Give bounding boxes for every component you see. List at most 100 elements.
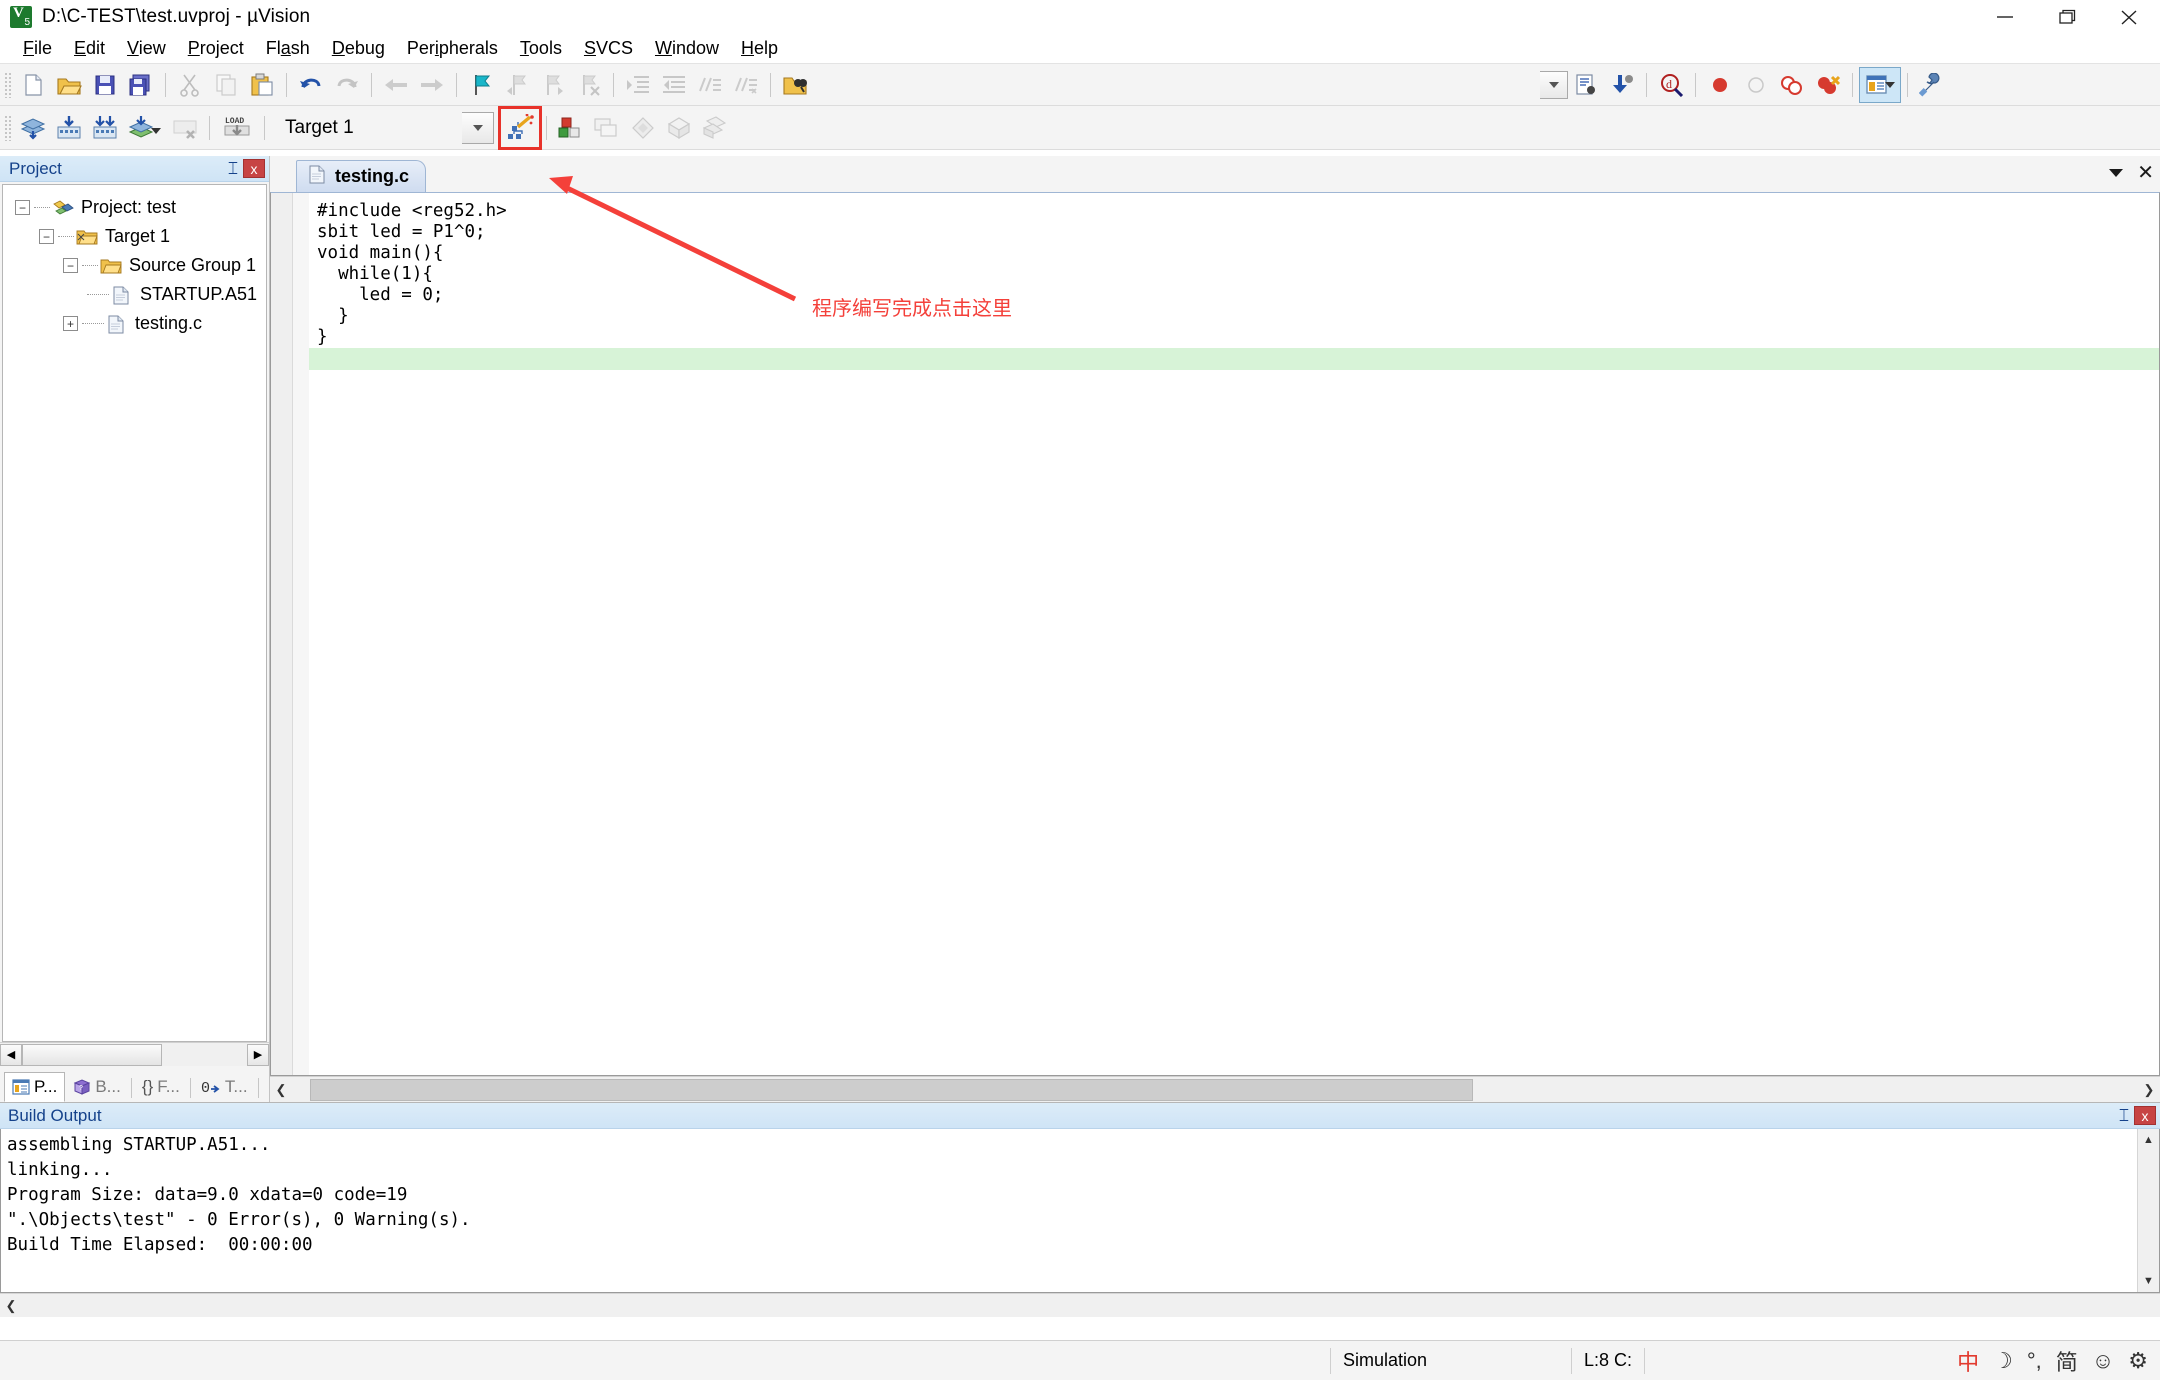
components-icon[interactable] xyxy=(625,110,661,146)
close-document-icon[interactable]: ✕ xyxy=(2137,160,2154,185)
batch-build-icon[interactable] xyxy=(123,110,159,146)
prev-bookmark-icon[interactable] xyxy=(499,67,535,103)
save-all-icon[interactable] xyxy=(123,67,159,103)
insert-breakpoint-icon[interactable] xyxy=(1702,67,1738,103)
maximize-button[interactable] xyxy=(2036,0,2098,34)
code-text-area[interactable]: #include <reg52.h> sbit led = P1^0; void… xyxy=(309,193,2159,1075)
redo-icon[interactable] xyxy=(329,67,365,103)
pin-icon[interactable]: ⌶ xyxy=(223,159,243,179)
menu-window[interactable]: Window xyxy=(644,36,730,61)
source-code[interactable]: #include <reg52.h> sbit led = P1^0; void… xyxy=(309,201,2159,348)
tab-templates[interactable]: 0 T... xyxy=(193,1072,256,1102)
editor-bookmark-margin[interactable] xyxy=(293,193,309,1075)
menu-tools[interactable]: Tools xyxy=(509,36,573,61)
scroll-left-icon[interactable]: ◀ xyxy=(0,1044,22,1066)
scroll-thumb[interactable] xyxy=(310,1079,1473,1101)
tree-toggle[interactable]: + xyxy=(63,316,78,331)
find-in-files-folder-icon[interactable] xyxy=(777,67,813,103)
manage-project-items-icon[interactable] xyxy=(553,110,589,146)
target-select-dropdown[interactable] xyxy=(462,112,494,144)
editor-hscrollbar[interactable]: ❮ ❯ xyxy=(270,1076,2160,1102)
navigate-forward-icon[interactable] xyxy=(414,67,450,103)
toggle-bookmark-icon[interactable] xyxy=(463,67,499,103)
indent-icon[interactable] xyxy=(620,67,656,103)
open-file-icon[interactable] xyxy=(51,67,87,103)
ime-settings-icon[interactable]: ⚙ xyxy=(2128,1348,2148,1374)
scroll-thumb[interactable] xyxy=(22,1044,162,1066)
toolbar-grip[interactable] xyxy=(4,72,12,98)
tree-toggle[interactable]: − xyxy=(39,229,54,244)
chevron-down-icon[interactable] xyxy=(1885,82,1895,88)
menu-debug[interactable]: Debug xyxy=(321,36,396,61)
scroll-right-icon[interactable]: ▶ xyxy=(247,1044,269,1066)
menu-svcs[interactable]: SVCS xyxy=(573,36,644,61)
scroll-left-icon[interactable]: ❮ xyxy=(0,1294,22,1318)
close-icon[interactable]: x xyxy=(243,159,265,178)
menu-help[interactable]: Help xyxy=(730,36,789,61)
minimize-button[interactable] xyxy=(1974,0,2036,34)
comment-icon[interactable] xyxy=(692,67,728,103)
scroll-right-icon[interactable]: ❯ xyxy=(2138,1078,2160,1102)
project-hscrollbar[interactable]: ◀ ▶ xyxy=(0,1042,269,1066)
stop-build-icon[interactable] xyxy=(167,110,203,146)
tab-books[interactable]: ? B... xyxy=(65,1072,129,1102)
close-icon[interactable]: x xyxy=(2134,1106,2156,1125)
menu-view[interactable]: View xyxy=(116,36,177,61)
insert-target-icon[interactable] xyxy=(1604,67,1640,103)
packs-icon[interactable] xyxy=(661,110,697,146)
find-icon[interactable]: d xyxy=(1653,67,1689,103)
scroll-down-icon[interactable]: ▼ xyxy=(2138,1270,2159,1292)
editor-breakpoint-margin[interactable] xyxy=(271,193,293,1075)
window-layout-icon[interactable] xyxy=(1859,67,1901,103)
multi-project-window-icon[interactable] xyxy=(589,110,625,146)
save-icon[interactable] xyxy=(87,67,123,103)
chevron-down-icon[interactable] xyxy=(151,128,161,134)
tree-item-startup-a51[interactable]: STARTUP.A51 xyxy=(3,280,266,309)
copy-icon[interactable] xyxy=(208,67,244,103)
tab-list-dropdown-icon[interactable] xyxy=(2109,169,2123,177)
tree-item-source-group[interactable]: − Source Group 1 xyxy=(3,251,266,280)
toolbar-dropdown-icon[interactable] xyxy=(1540,71,1568,99)
pin-icon[interactable]: ⌶ xyxy=(2114,1106,2134,1126)
build-output-body[interactable]: assembling STARTUP.A51... linking... Pro… xyxy=(0,1129,2160,1293)
editor-tab-testing-c[interactable]: testing.c xyxy=(296,160,426,192)
outdent-icon[interactable] xyxy=(656,67,692,103)
file-info-icon[interactable] xyxy=(1568,67,1604,103)
tab-functions[interactable]: {} F... xyxy=(134,1072,188,1102)
pack-installer-icon[interactable] xyxy=(697,110,733,146)
disable-all-breakpoints-icon[interactable] xyxy=(1774,67,1810,103)
clear-bookmarks-icon[interactable] xyxy=(571,67,607,103)
scroll-track[interactable] xyxy=(22,1044,247,1066)
menu-file[interactable]: File xyxy=(12,36,63,61)
ime-chinese-icon[interactable]: 中 xyxy=(1957,1345,1979,1377)
ime-punctuation-icon[interactable]: °, xyxy=(2027,1348,2042,1374)
cut-icon[interactable] xyxy=(172,67,208,103)
ime-simplified-icon[interactable]: 简 xyxy=(2056,1345,2078,1377)
menu-peripherals[interactable]: Peripherals xyxy=(396,36,509,61)
tree-toggle[interactable]: − xyxy=(15,200,30,215)
close-button[interactable] xyxy=(2098,0,2160,34)
tree-item-testing-c[interactable]: + testing.c xyxy=(3,309,266,338)
paste-icon[interactable] xyxy=(244,67,280,103)
code-editor[interactable]: #include <reg52.h> sbit led = P1^0; void… xyxy=(270,192,2160,1076)
tree-item-target[interactable]: − Target 1 xyxy=(3,222,266,251)
tree-item-project[interactable]: − Project: test xyxy=(3,193,266,222)
navigate-back-icon[interactable] xyxy=(378,67,414,103)
rebuild-icon[interactable] xyxy=(87,110,123,146)
build-icon[interactable] xyxy=(51,110,87,146)
scroll-left-icon[interactable]: ❮ xyxy=(270,1078,292,1102)
toolbar-grip[interactable] xyxy=(4,115,12,141)
next-bookmark-icon[interactable] xyxy=(535,67,571,103)
undo-icon[interactable] xyxy=(293,67,329,103)
translate-icon[interactable] xyxy=(15,110,51,146)
scroll-up-icon[interactable]: ▲ xyxy=(2138,1129,2159,1151)
build-hscrollbar[interactable]: ❮ xyxy=(0,1293,2160,1317)
configure-tools-icon[interactable] xyxy=(1914,67,1950,103)
menu-project[interactable]: Project xyxy=(177,36,255,61)
disable-breakpoint-icon[interactable] xyxy=(1738,67,1774,103)
uncomment-icon[interactable] xyxy=(728,67,764,103)
tree-toggle[interactable]: − xyxy=(63,258,78,273)
build-vscrollbar[interactable]: ▲ ▼ xyxy=(2137,1129,2159,1292)
kill-all-breakpoints-icon[interactable] xyxy=(1810,67,1846,103)
ime-emoji-icon[interactable]: ☺ xyxy=(2092,1348,2114,1374)
